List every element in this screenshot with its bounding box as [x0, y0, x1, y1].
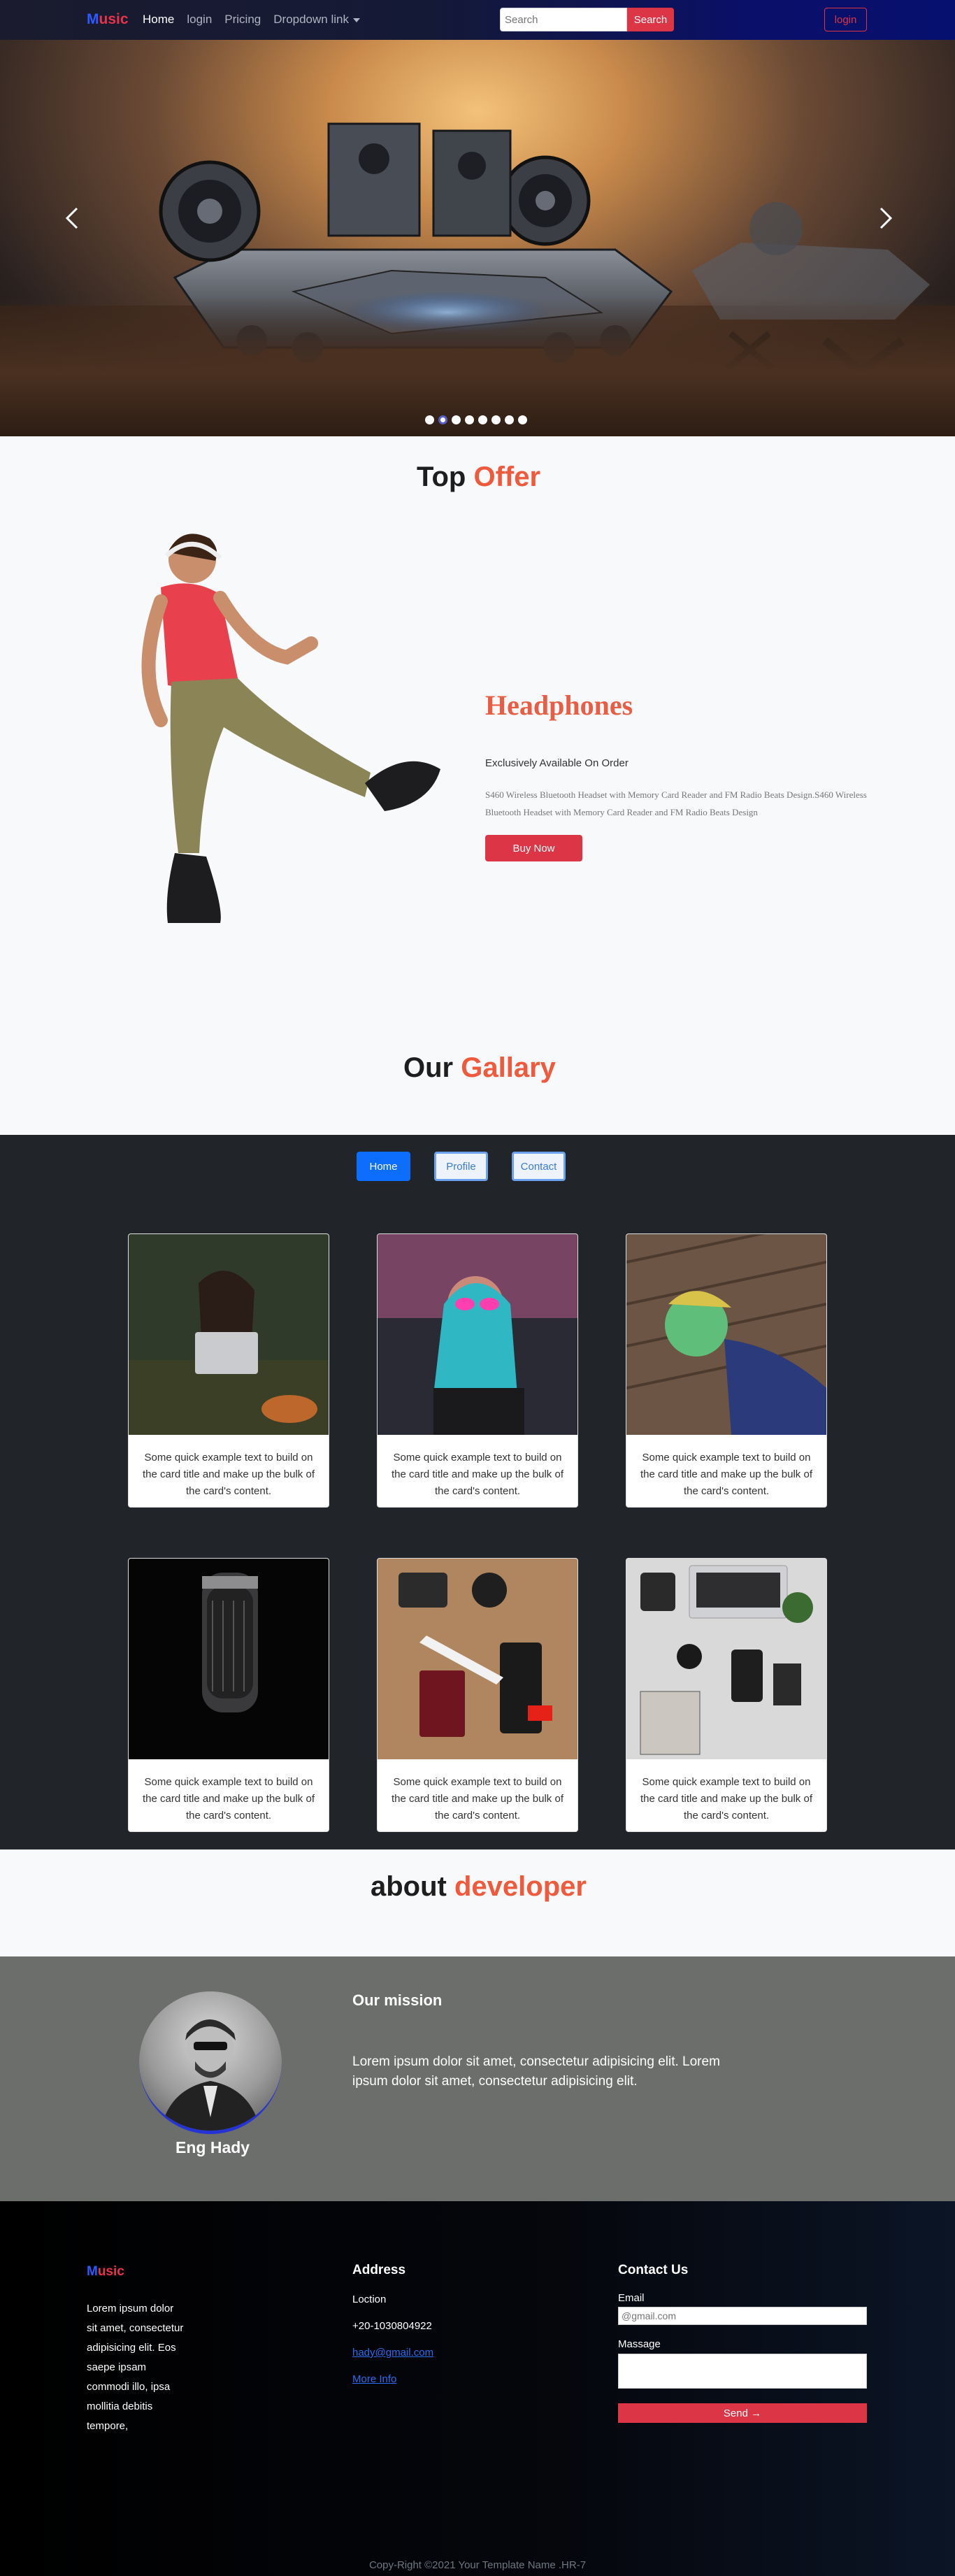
gallery-title-plain: Our — [403, 1052, 454, 1083]
footer-brand-letter: M — [87, 2264, 98, 2279]
card-text: Some quick example text to build on the … — [143, 1452, 315, 1497]
carousel-indicator[interactable] — [452, 415, 461, 424]
card-text: Some quick example text to build on the … — [640, 1452, 812, 1497]
card-photo-man-neon — [626, 1234, 826, 1435]
gallery-card[interactable]: Some quick example text to build on the … — [377, 1558, 578, 1832]
card-photo-travel-flatlay — [378, 1559, 577, 1759]
send-button[interactable]: Send → — [618, 2403, 867, 2423]
search-input[interactable] — [500, 8, 627, 31]
card-text: Some quick example text to build on the … — [143, 1776, 315, 1822]
gallery-tabs: Home Profile Contact — [357, 1152, 566, 1181]
gallery-title-accent: Gallary — [461, 1052, 556, 1083]
tab-profile[interactable]: Profile — [434, 1152, 488, 1181]
carousel-prev-icon[interactable] — [59, 204, 87, 232]
nav-dropdown-link[interactable]: Dropdown link — [273, 13, 360, 27]
dancing-man-headphones-image — [141, 534, 440, 923]
mission-text: Lorem ipsum dolor sit amet, consectetur … — [352, 2054, 720, 2089]
gallery-card[interactable]: Some quick example text to build on the … — [626, 1558, 827, 1832]
carousel-indicator[interactable] — [505, 415, 514, 424]
gallery-section: Home Profile Contact Some quick example … — [0, 1135, 955, 1849]
tab-contact[interactable]: Contact — [512, 1152, 566, 1181]
carousel-indicators — [425, 415, 527, 424]
mission-title: Our mission — [352, 1991, 443, 2009]
carousel-indicator-active[interactable] — [438, 415, 447, 424]
contact-heading: Contact Us — [618, 2263, 689, 2277]
carousel-indicator[interactable] — [491, 415, 501, 424]
footer: Music Lorem ipsum dolor sit amet, consec… — [0, 2201, 955, 2576]
carousel-indicator[interactable] — [425, 415, 434, 424]
contact-message-input[interactable] — [618, 2354, 867, 2389]
search-button[interactable]: Search — [627, 8, 674, 31]
offer-section-title: Top Offer — [417, 461, 540, 493]
buy-now-button[interactable]: Buy Now — [485, 835, 582, 861]
tab-home[interactable]: Home — [357, 1152, 410, 1181]
hero-carousel — [0, 40, 955, 436]
developer-avatar — [139, 1991, 282, 2134]
card-text: Some quick example text to build on the … — [392, 1452, 563, 1497]
email-label: Email — [618, 2292, 645, 2304]
carousel-next-icon[interactable] — [871, 204, 899, 232]
nav-dropdown-label: Dropdown link — [273, 13, 349, 26]
offer-subtitle: Exclusively Available On Order — [485, 757, 629, 769]
offer-description: S460 Wireless Bluetooth Headset with Mem… — [485, 789, 867, 817]
nav-link-login[interactable]: login — [187, 13, 212, 27]
gallery-card[interactable]: Some quick example text to build on the … — [377, 1233, 578, 1508]
developer-name: Eng Hady — [175, 2138, 250, 2156]
footer-brand[interactable]: Music — [87, 2264, 124, 2280]
address-location: Loction — [352, 2294, 387, 2305]
footer-brand-text: usic — [97, 2264, 124, 2279]
card-text: Some quick example text to build on the … — [640, 1776, 812, 1822]
offer-title-accent: Offer — [473, 461, 541, 492]
navbar: Music Home login Pricing Dropdown link S… — [0, 0, 955, 40]
nav-link-home[interactable]: Home — [143, 13, 174, 27]
about-title-accent: developer — [454, 1871, 587, 1902]
card-photo-woman-laptop — [129, 1234, 329, 1435]
address-email-link[interactable]: hady@gmail.com — [352, 2347, 433, 2359]
nav-links: Home login Pricing Dropdown link — [143, 13, 360, 27]
nav-link-pricing[interactable]: Pricing — [224, 13, 261, 27]
address-heading: Address — [352, 2263, 406, 2277]
brand-text: usic — [99, 11, 129, 27]
carousel-indicator[interactable] — [465, 415, 474, 424]
contact-email-input[interactable] — [618, 2307, 867, 2325]
caret-down-icon — [352, 17, 360, 22]
copyright-text: Copy-Right ©2021 Your Template Name .HR-… — [368, 2559, 587, 2571]
about-section-title: about developer — [371, 1871, 587, 1903]
message-label: Massage — [618, 2338, 661, 2350]
more-info-link[interactable]: More Info — [352, 2373, 396, 2385]
developer-photo — [160, 2019, 261, 2131]
carousel-indicator[interactable] — [478, 415, 487, 424]
footer-about-text: Lorem ipsum dolor sit amet, consectetur … — [87, 2303, 184, 2432]
offer-product-title: Headphones — [485, 689, 633, 721]
card-photo-woman-neon — [378, 1234, 577, 1435]
offer-title-plain: Top — [417, 461, 466, 492]
gallery-card[interactable]: Some quick example text to build on the … — [626, 1233, 827, 1508]
gallery-card[interactable]: Some quick example text to build on the … — [128, 1233, 329, 1508]
login-button[interactable]: login — [824, 8, 867, 31]
about-title-plain: about — [371, 1871, 447, 1902]
mission-section: Eng Hady Our mission Lorem ipsum dolor s… — [0, 1956, 955, 2201]
gallery-card[interactable]: Some quick example text to build on the … — [128, 1558, 329, 1832]
carousel-indicator[interactable] — [518, 415, 527, 424]
brand-logo[interactable]: Music — [87, 11, 129, 28]
brand-letter: M — [87, 11, 99, 27]
card-photo-desk-flatlay — [626, 1559, 826, 1759]
gallery-section-title: Our Gallary — [403, 1052, 556, 1084]
address-phone: +20-1030804922 — [352, 2320, 432, 2332]
card-photo-microphone — [129, 1559, 329, 1759]
card-text: Some quick example text to build on the … — [392, 1776, 563, 1822]
